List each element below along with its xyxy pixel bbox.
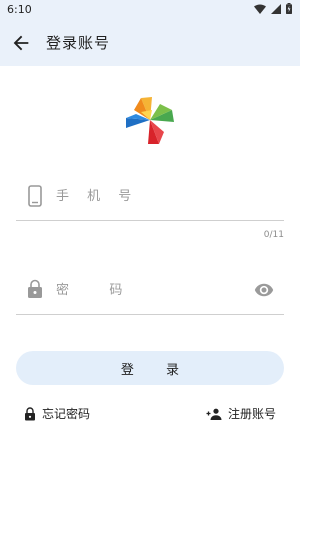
page-title: 登录账号 (46, 34, 111, 52)
status-icons (254, 3, 292, 14)
phone-length-counter: 0/11 (263, 230, 284, 240)
register-label: 注册账号 (227, 407, 276, 421)
wifi-icon (254, 4, 266, 14)
logo-icon (126, 97, 174, 144)
battery-icon (286, 3, 292, 14)
lock-icon (25, 406, 35, 420)
phone-input[interactable] (56, 172, 246, 220)
phone-icon (28, 185, 42, 207)
lock-icon (28, 279, 42, 298)
status-bar: 6:10 (0, 0, 300, 18)
forgot-password-link[interactable]: 忘记密码 (24, 405, 90, 422)
person-add-icon (206, 408, 222, 420)
eye-icon[interactable] (254, 280, 274, 300)
register-link[interactable]: 注册账号 (206, 405, 276, 422)
signal-icon (271, 3, 281, 14)
password-input[interactable] (56, 266, 246, 314)
password-field (16, 266, 284, 315)
status-time: 6:10 (7, 3, 32, 16)
app-bar: 登录账号 (0, 18, 300, 66)
login-button[interactable]: 登 录 (16, 351, 284, 385)
forgot-password-label: 忘记密码 (42, 407, 91, 421)
phone-field (16, 172, 284, 221)
back-arrow-icon[interactable] (10, 32, 32, 54)
